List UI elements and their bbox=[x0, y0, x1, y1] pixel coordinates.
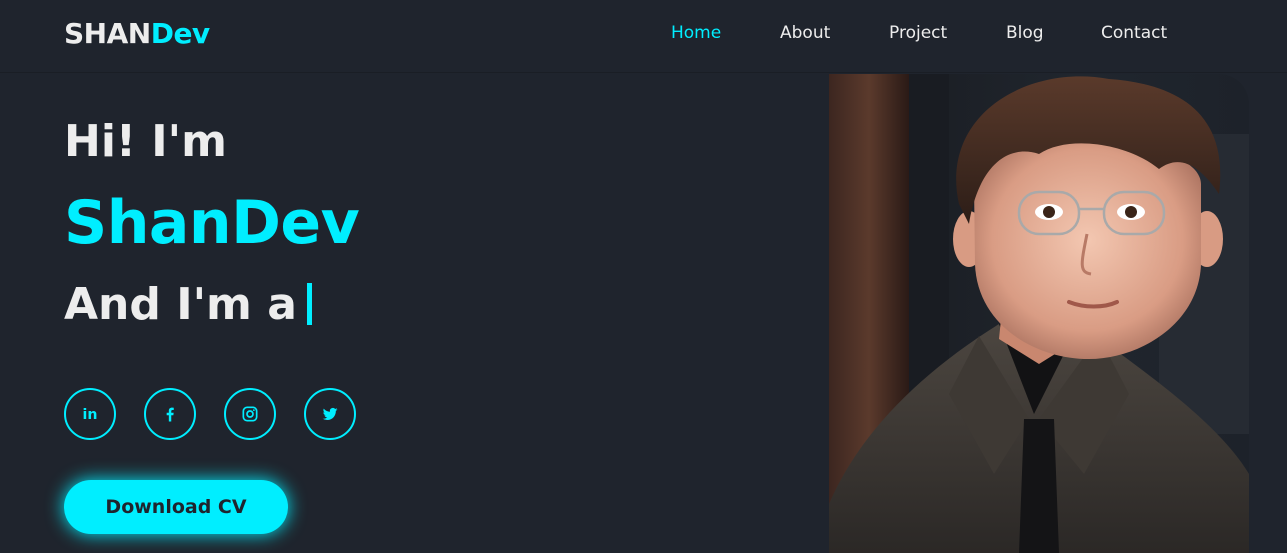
site-header: SHANDev Home About Project Blog Contact bbox=[0, 0, 1287, 73]
nav-link-contact[interactable]: Contact bbox=[1101, 23, 1167, 43]
nav-link-blog[interactable]: Blog bbox=[1006, 23, 1044, 43]
logo-text-primary: SHAN bbox=[64, 17, 151, 50]
facebook-link[interactable] bbox=[144, 388, 196, 440]
instagram-icon bbox=[242, 406, 258, 422]
twitter-icon bbox=[322, 407, 338, 421]
nav-link-home[interactable]: Home bbox=[671, 23, 721, 43]
nav-link-project[interactable]: Project bbox=[889, 23, 947, 43]
linkedin-link[interactable]: in bbox=[64, 388, 116, 440]
profile-photo bbox=[829, 74, 1249, 553]
twitter-link[interactable] bbox=[304, 388, 356, 440]
logo[interactable]: SHANDev bbox=[64, 17, 210, 50]
svg-text:in: in bbox=[83, 407, 98, 423]
linkedin-icon: in bbox=[83, 407, 98, 423]
logo-text-accent: Dev bbox=[150, 17, 210, 50]
download-cv-button[interactable]: Download CV bbox=[64, 480, 288, 534]
hero-role: And I'm a bbox=[64, 279, 312, 330]
typing-cursor bbox=[306, 283, 312, 325]
instagram-link[interactable] bbox=[224, 388, 276, 440]
hero-greeting: Hi! I'm bbox=[64, 116, 227, 167]
hero-name: ShanDev bbox=[64, 188, 360, 258]
nav-link-about[interactable]: About bbox=[780, 23, 830, 43]
hero-role-prefix: And I'm a bbox=[64, 279, 297, 330]
avatar-illustration bbox=[829, 74, 1249, 553]
facebook-icon bbox=[166, 407, 174, 422]
